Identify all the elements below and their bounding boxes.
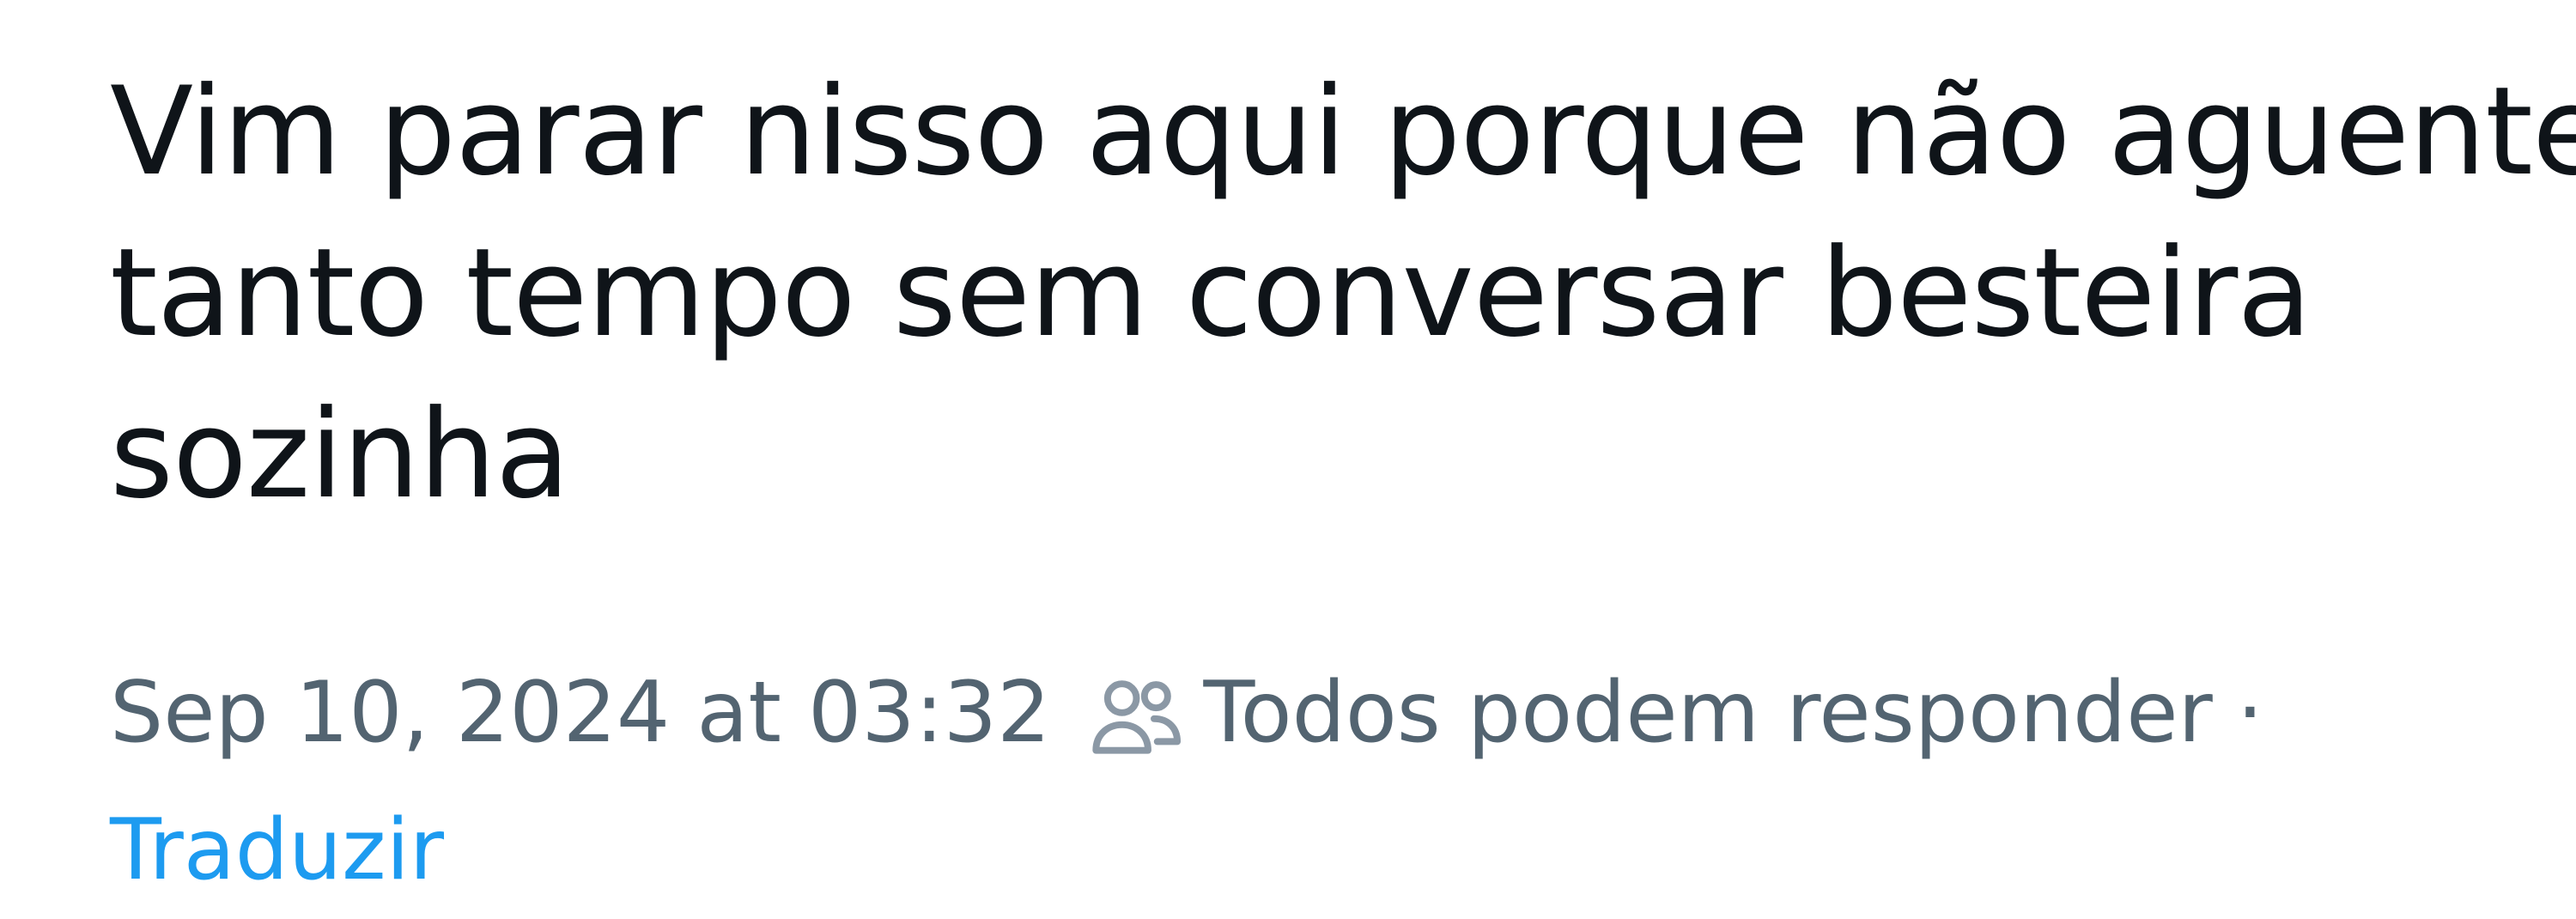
translate-row: Traduzir	[110, 782, 2514, 919]
post-timestamp[interactable]: Sep 10, 2024 at 03:32	[110, 644, 1050, 782]
reply-setting-label: Todos podem responder	[1203, 664, 2213, 762]
post-text: Vim parar nisso aqui porque não aguentei…	[110, 52, 2576, 536]
post-container: Vim parar nisso aqui porque não aguentei…	[0, 0, 2576, 899]
people-icon	[1088, 668, 1184, 764]
post-text-line: Vim parar nisso aqui porque não aguentei	[110, 61, 2576, 203]
meta-separator: ·	[2236, 664, 2264, 762]
post-text-line: tanto tempo sem conversar besteira	[110, 222, 2312, 364]
post-meta: Sep 10, 2024 at 03:32 Todos podem respon…	[110, 644, 2514, 919]
translate-link[interactable]: Traduzir	[110, 782, 444, 919]
post-meta-row: Sep 10, 2024 at 03:32 Todos podem respon…	[110, 644, 2514, 782]
post-text-line: sozinha	[110, 384, 570, 526]
